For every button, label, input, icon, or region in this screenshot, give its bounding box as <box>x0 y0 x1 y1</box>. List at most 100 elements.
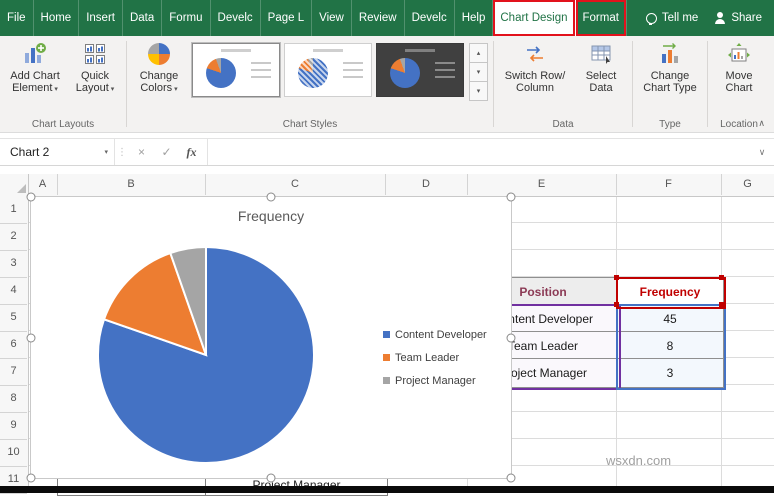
switch-row-column-button[interactable]: Switch Row/ Column <box>497 38 573 94</box>
group-chart-layouts: Add Chart Element ▾ Quick Layout ▾ Chart… <box>0 36 126 132</box>
name-box-caret-icon: ▾ <box>104 149 108 156</box>
legend-item[interactable]: Content Developer <box>383 323 487 346</box>
chart-resize-handle[interactable] <box>26 473 36 483</box>
chart-legend[interactable]: Content Developer Team Leader Project Mana… <box>383 323 487 392</box>
collapse-ribbon-button[interactable]: ∧ <box>758 118 765 129</box>
legend-item[interactable]: Team Leader <box>383 346 487 369</box>
chart-resize-handle[interactable] <box>506 192 516 202</box>
chart-resize-handle[interactable] <box>506 473 516 483</box>
tab-formu[interactable]: Formu <box>162 0 211 36</box>
tell-me-button[interactable]: Tell me <box>645 12 698 25</box>
pie-chart[interactable] <box>94 243 318 467</box>
thumb-legend-lines <box>251 62 271 78</box>
column-header-d[interactable]: D <box>385 174 468 195</box>
row-header-9[interactable]: 9 <box>0 412 27 440</box>
share-button[interactable]: Share <box>714 12 762 24</box>
gallery-up-button[interactable]: ▴ <box>469 43 488 63</box>
tab-help[interactable]: Help <box>455 0 494 36</box>
insert-function-button[interactable]: fx <box>179 139 204 165</box>
tab-file[interactable]: File <box>0 0 34 36</box>
add-chart-element-button[interactable]: Add Chart Element <box>3 38 67 96</box>
chart-resize-handle[interactable] <box>26 333 36 342</box>
move-chart-button[interactable]: Move Chart <box>711 38 767 94</box>
cell-frequency-header[interactable]: Frequency <box>616 277 724 307</box>
legend-label: Project Manager <box>395 374 476 387</box>
tab-insert[interactable]: Insert <box>79 0 123 36</box>
add-chart-element-label: Add Chart Element <box>3 70 67 96</box>
cell-frequency-row-2[interactable]: 8 <box>616 331 724 361</box>
ribbon-tabs: File Home Insert Data Formu Develc Page L View R… <box>0 0 627 36</box>
formula-bar-expand-icon[interactable]: ∨ <box>750 139 774 165</box>
chart-style-3[interactable] <box>376 43 464 97</box>
chart-resize-handle[interactable] <box>266 192 276 202</box>
thumb-legend-lines <box>435 62 455 78</box>
share-label: Share <box>731 12 762 24</box>
column-header-b[interactable]: B <box>57 174 206 195</box>
gallery-more-button[interactable]: ▾ <box>469 81 488 101</box>
row-header-8[interactable]: 8 <box>0 385 27 413</box>
tab-data[interactable]: Data <box>123 0 163 36</box>
row-header-5[interactable]: 5 <box>0 304 27 332</box>
selection-handle[interactable] <box>614 302 619 307</box>
person-icon <box>714 12 726 24</box>
row-header-6[interactable]: 6 <box>0 331 27 359</box>
select-data-label: Select Data <box>585 70 617 94</box>
change-colors-button[interactable]: Change Colors <box>130 38 188 96</box>
row-header-7[interactable]: 7 <box>0 358 27 386</box>
enter-button[interactable]: ✓ <box>154 139 179 165</box>
selection-handle[interactable] <box>719 302 724 307</box>
chart-style-2[interactable] <box>284 43 372 97</box>
cell-frequency-row-1[interactable]: 45 <box>616 304 724 334</box>
formula-bar-gripper: ⋮ <box>117 146 127 158</box>
tab-format[interactable]: Format <box>576 0 627 36</box>
tab-home[interactable]: Home <box>34 0 80 36</box>
row-header-2[interactable]: 2 <box>0 223 27 251</box>
chart-title[interactable]: Frequency <box>31 208 511 224</box>
selection-handle[interactable] <box>614 275 619 280</box>
column-header-c[interactable]: C <box>205 174 386 195</box>
change-chart-type-button[interactable]: Change Chart Type <box>636 38 704 94</box>
chart-object[interactable]: Frequency Content Developer Team Leader Pr… <box>26 192 516 483</box>
cell-frequency-row-3[interactable]: 3 <box>616 358 724 388</box>
quick-layout-icon <box>83 41 107 67</box>
chart-style-1[interactable] <box>192 43 280 97</box>
chart-resize-handle[interactable] <box>266 473 276 483</box>
ribbon: Add Chart Element ▾ Quick Layout ▾ Chart… <box>0 36 774 133</box>
row-header-3[interactable]: 3 <box>0 250 27 278</box>
cancel-button[interactable]: × <box>129 139 154 165</box>
chart-resize-handle[interactable] <box>26 192 36 202</box>
group-label-chart-layouts: Chart Layouts <box>31 119 95 130</box>
legend-item[interactable]: Project Manager <box>383 369 487 392</box>
column-header-e[interactable]: E <box>467 174 617 195</box>
gallery-down-button[interactable]: ▾ <box>469 62 488 82</box>
tab-review[interactable]: Review <box>352 0 405 36</box>
tab-view[interactable]: View <box>312 0 352 36</box>
selection-handle[interactable] <box>719 275 724 280</box>
select-data-button[interactable]: Select Data <box>573 38 629 94</box>
column-header-g[interactable]: G <box>721 174 774 195</box>
legend-swatch <box>383 377 390 384</box>
row-header-10[interactable]: 10 <box>0 439 27 467</box>
title-bar: File Home Insert Data Formu Develc Page L View R… <box>0 0 774 36</box>
tab-develc[interactable]: Develc <box>405 0 455 36</box>
group-label-type: Type <box>659 119 681 130</box>
row-header-1[interactable]: 1 <box>0 196 27 224</box>
add-chart-element-icon <box>23 41 47 67</box>
move-chart-icon <box>727 41 751 67</box>
quick-layout-button[interactable]: Quick Layout <box>67 38 123 96</box>
chart-resize-handle[interactable] <box>506 333 516 342</box>
change-chart-type-icon <box>658 41 682 67</box>
thumb-pie-icon <box>390 58 420 88</box>
group-data: Switch Row/ Column Select Data Data <box>494 36 632 132</box>
select-all-corner[interactable] <box>0 174 29 195</box>
move-chart-label: Move Chart <box>725 70 753 94</box>
row-header-4[interactable]: 4 <box>0 277 27 305</box>
thumb-pie-icon <box>298 58 328 88</box>
column-header-f[interactable]: F <box>616 174 722 195</box>
formula-input[interactable] <box>207 139 750 165</box>
tab-develc[interactable]: Develc <box>211 0 261 36</box>
tab-page-l[interactable]: Page L <box>261 0 313 36</box>
name-box[interactable]: Chart 2 ▾ <box>0 139 115 165</box>
watermark: wsxdn.com <box>606 453 672 468</box>
tab-chart-design[interactable]: Chart Design <box>493 0 576 36</box>
